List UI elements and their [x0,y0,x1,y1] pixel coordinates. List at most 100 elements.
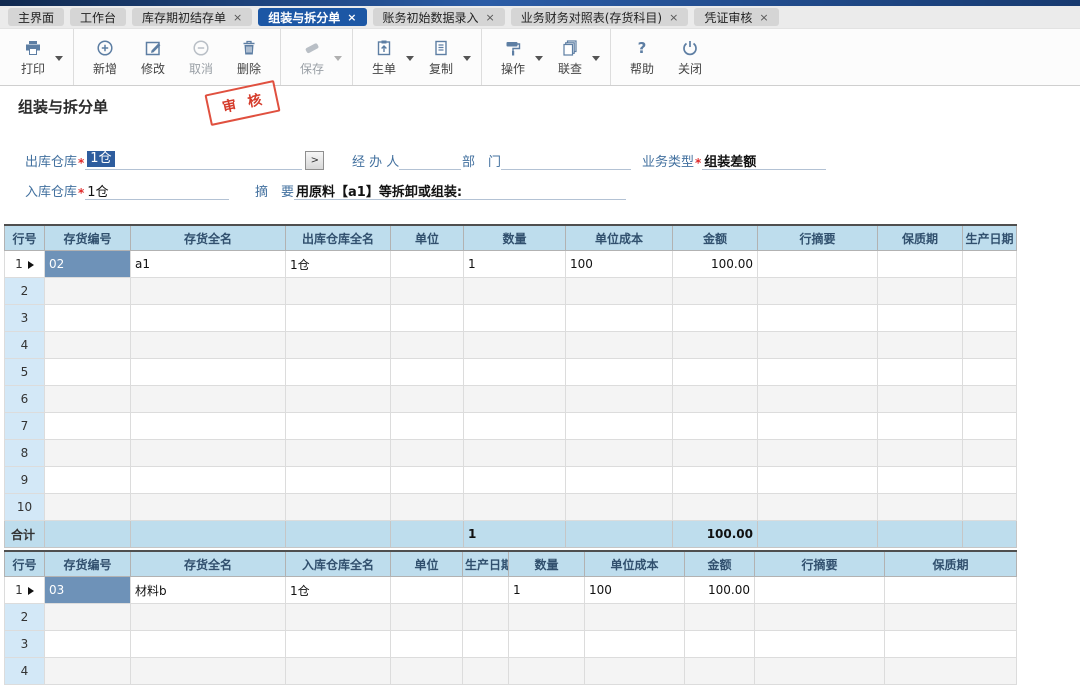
cell[interactable] [963,413,1017,440]
row-number-cell[interactable]: 4 [5,332,45,359]
cell[interactable]: 1仓 [286,251,391,278]
toolbar-copy-button[interactable]: 复制 [420,37,471,77]
row-number-cell[interactable]: 2 [5,604,45,631]
cell[interactable] [878,305,963,332]
dropdown-caret-icon[interactable] [535,56,543,65]
cell[interactable] [391,332,464,359]
toolbar-add-button[interactable]: 新增 [84,37,126,77]
in-warehouse-input[interactable]: 1仓 [85,181,229,200]
column-header[interactable]: 存货编号 [45,551,131,577]
tab-4[interactable]: 组装与拆分单× [258,8,366,26]
column-header[interactable]: 入库仓库全名 [286,551,391,577]
cell[interactable] [963,251,1017,278]
cell[interactable] [878,278,963,305]
row-number-cell[interactable]: 3 [5,305,45,332]
cell[interactable] [585,658,685,685]
toolbar-operate-button[interactable]: 操作 [492,37,543,77]
tab-1[interactable]: 主界面 [8,8,64,26]
cell[interactable] [758,413,878,440]
row-number-cell[interactable]: 1 [5,251,45,278]
cell[interactable] [685,631,755,658]
cell[interactable] [963,332,1017,359]
cell[interactable] [464,440,566,467]
tab-close-icon[interactable]: × [233,12,242,23]
cell[interactable] [286,467,391,494]
cell[interactable] [391,413,464,440]
row-number-cell[interactable]: 8 [5,440,45,467]
cell[interactable] [286,413,391,440]
toolbar-delete-button[interactable]: 删除 [228,37,270,77]
tab-2[interactable]: 工作台 [70,8,126,26]
business-type-input[interactable]: 组装差额 [702,151,826,170]
column-header[interactable]: 数量 [509,551,585,577]
cell[interactable] [758,305,878,332]
cell[interactable] [286,604,391,631]
cell[interactable] [391,658,463,685]
column-header[interactable]: 生产日期 [963,225,1017,251]
column-header[interactable]: 行摘要 [758,225,878,251]
cell[interactable] [758,332,878,359]
cell[interactable] [963,386,1017,413]
cell[interactable] [131,332,286,359]
toolbar-generate-button[interactable]: 生单 [363,37,414,77]
cell[interactable] [673,494,758,521]
toolbar-help-button[interactable]: ?帮助 [621,37,663,77]
cell[interactable] [566,386,673,413]
cell[interactable] [963,305,1017,332]
cell[interactable]: 02 [45,251,131,278]
cell[interactable] [673,440,758,467]
toolbar-print-button[interactable]: 打印 [12,37,63,77]
cell[interactable] [758,467,878,494]
column-header[interactable]: 行摘要 [755,551,885,577]
cell[interactable] [131,467,286,494]
cell[interactable] [878,251,963,278]
cell[interactable]: 100.00 [685,577,755,604]
cell[interactable]: 1 [464,251,566,278]
cell[interactable] [286,278,391,305]
cell[interactable] [463,658,509,685]
cell[interactable]: 材料b [131,577,286,604]
cell[interactable] [509,631,585,658]
cell[interactable] [878,494,963,521]
tab-close-icon[interactable]: × [486,12,495,23]
column-header[interactable]: 行号 [5,551,45,577]
cell[interactable]: 100 [566,251,673,278]
cell[interactable] [391,251,464,278]
cell[interactable] [755,604,885,631]
row-number-cell[interactable]: 9 [5,467,45,494]
tab-close-icon[interactable]: × [669,12,678,23]
cell[interactable] [45,305,131,332]
tab-6[interactable]: 业务财务对照表(存货科目)× [511,8,689,26]
cell[interactable] [45,494,131,521]
toolbar-linkquery-button[interactable]: 联查 [549,37,600,77]
cell[interactable] [391,386,464,413]
tab-close-icon[interactable]: × [347,12,356,23]
cell[interactable] [391,631,463,658]
column-header[interactable]: 出库仓库全名 [286,225,391,251]
operator-input[interactable] [399,151,461,170]
cell[interactable] [464,278,566,305]
cell[interactable] [286,305,391,332]
out-warehouse-input[interactable]: 1仓 [85,151,302,170]
cell[interactable] [131,658,286,685]
cell[interactable] [45,658,131,685]
row-number-cell[interactable]: 10 [5,494,45,521]
cell[interactable] [391,278,464,305]
cell[interactable] [131,386,286,413]
cell[interactable] [963,467,1017,494]
cell[interactable] [673,332,758,359]
column-header[interactable]: 单位 [391,551,463,577]
cell[interactable] [464,386,566,413]
cell[interactable] [566,440,673,467]
cell[interactable] [391,440,464,467]
cell[interactable] [391,359,464,386]
cell[interactable] [391,305,464,332]
cell[interactable] [673,359,758,386]
cell[interactable] [585,604,685,631]
department-input[interactable] [501,151,631,170]
tab-3[interactable]: 库存期初结存单× [132,8,252,26]
cell[interactable] [45,413,131,440]
cell[interactable] [885,658,1017,685]
cell[interactable] [755,631,885,658]
cell[interactable] [286,386,391,413]
